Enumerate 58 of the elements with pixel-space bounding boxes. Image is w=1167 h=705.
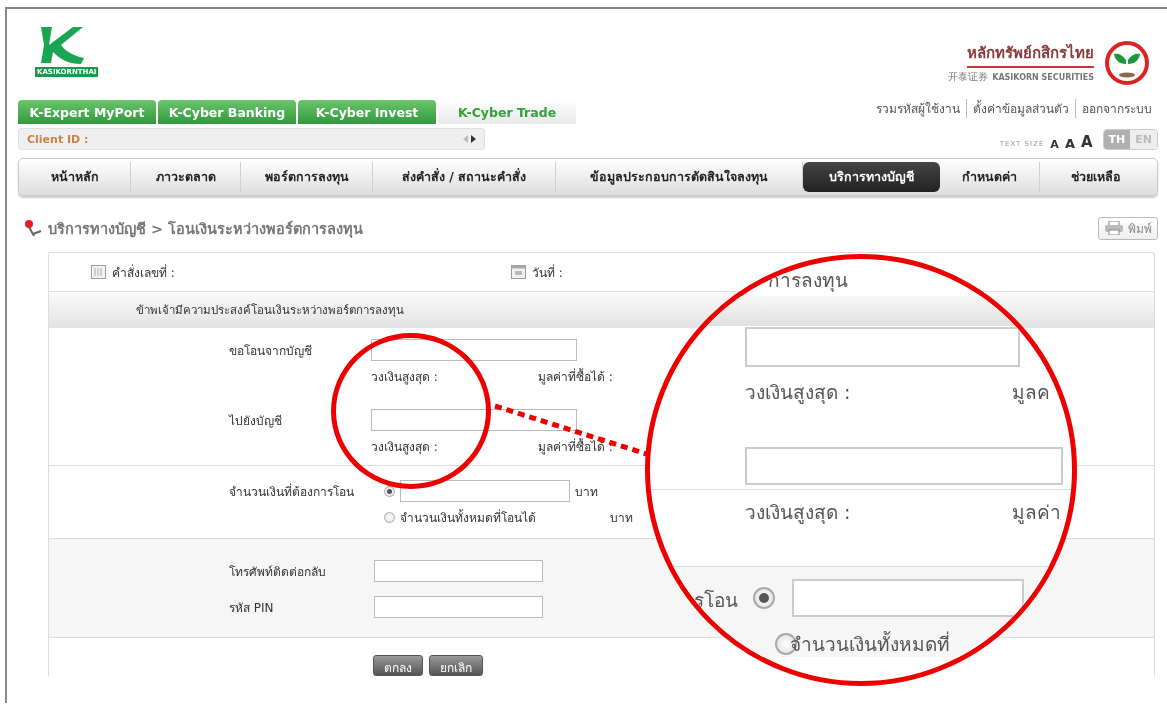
- nav-item[interactable]: ช่วยเหลือ: [1040, 162, 1151, 192]
- form-button[interactable]: ยกเลิก: [429, 655, 483, 676]
- field-label: วงเงินสูงสุด :: [745, 500, 851, 526]
- account-field[interactable]: [371, 339, 577, 361]
- account-field[interactable]: [745, 327, 1020, 367]
- radio-button[interactable]: [384, 485, 395, 497]
- account-field[interactable]: [745, 447, 1063, 485]
- client-id-label: Client ID :: [27, 132, 89, 146]
- pin-field[interactable]: [374, 596, 543, 618]
- phone-field[interactable]: [374, 560, 543, 582]
- nav-item[interactable]: ส่งคำสั่ง / สถานะคำสั่ง: [373, 162, 556, 192]
- unit-label: บาท: [610, 509, 633, 527]
- arrow-right-icon[interactable]: [471, 135, 476, 143]
- field-label: วงเงินสูงสุด :: [371, 438, 438, 456]
- order-number-label: คำสั่งเลขที่ :: [112, 263, 175, 282]
- form-button[interactable]: ตกลง: [373, 655, 423, 676]
- text-size-option[interactable]: A: [1050, 139, 1059, 150]
- company-name: หลักทรัพย์กสิกรไทย: [967, 41, 1094, 68]
- calendar-icon: [511, 265, 526, 279]
- amount-field[interactable]: [400, 480, 570, 502]
- amount-field[interactable]: [792, 579, 1024, 617]
- option-label: จำนวนเงินทั้งหมดที่โอนได้: [400, 508, 537, 527]
- leaf-logo-icon: [1104, 39, 1150, 86]
- field-label: รหัส PIN: [229, 599, 275, 617]
- nav-item[interactable]: กำหนดค่า: [940, 162, 1040, 192]
- field-label: โทรศัพท์ติดต่อกลับ: [229, 563, 327, 581]
- field-label: ไปยังบัญชี: [229, 412, 283, 430]
- header-link[interactable]: รวมรหัสผู้ใช้งาน: [870, 99, 966, 118]
- field-label: รโอน: [694, 588, 738, 613]
- field-label: ขอโอนจากบัญชี: [229, 342, 313, 360]
- option-label: จำนวนเงินทั้งหมดที่: [790, 630, 950, 657]
- breadcrumb: บริการทางบัญชี > โอนเงินระหว่างพอร์ตการลงทุน: [48, 219, 364, 240]
- company-name-english: KASIKORN SECURITIES: [992, 72, 1094, 82]
- text-size-option[interactable]: A: [1064, 137, 1075, 150]
- nav-item[interactable]: บริการทางบัญชี: [803, 162, 940, 192]
- pin-icon: [24, 219, 42, 237]
- field-label: วงเงินสูงสุด :: [745, 380, 851, 406]
- unit-label: บาท: [575, 483, 598, 501]
- printer-icon: [1104, 221, 1124, 235]
- field-label: มูลค่าที่ซื้อได้ :: [537, 437, 613, 456]
- radio-button[interactable]: [384, 511, 395, 523]
- nav-item[interactable]: ภาวะตลาด: [131, 162, 241, 192]
- company-name-chinese: 开泰证券: [948, 70, 989, 84]
- header-link[interactable]: ตั้งค่าข้อมูลส่วนตัว: [966, 99, 1075, 118]
- date-label: วันที่ :: [532, 263, 563, 282]
- section-heading: การลงทุน: [768, 268, 848, 294]
- field-label: มูลค่า: [1012, 500, 1061, 526]
- header-link[interactable]: ออกจากระบบ: [1075, 99, 1158, 118]
- section-heading: ข้าพเจ้ามีความประสงค์โอนเงินระหว่างพอร์ตการลงทุน: [136, 302, 404, 319]
- document-icon: [91, 265, 106, 279]
- nav-item[interactable]: หน้าหลัก: [19, 162, 131, 192]
- field-label: มูลค: [1012, 380, 1050, 406]
- account-field[interactable]: [371, 409, 577, 431]
- field-label: จำนวนเงินที่ต้องการโอน: [229, 482, 355, 501]
- nav-item[interactable]: พอร์ตการลงทุน: [241, 162, 373, 192]
- field-label: มูลค่าที่ซื้อได้ :: [537, 367, 613, 386]
- text-size-option[interactable]: A: [1080, 135, 1093, 150]
- field-label: วงเงินสูงสุด :: [371, 368, 438, 386]
